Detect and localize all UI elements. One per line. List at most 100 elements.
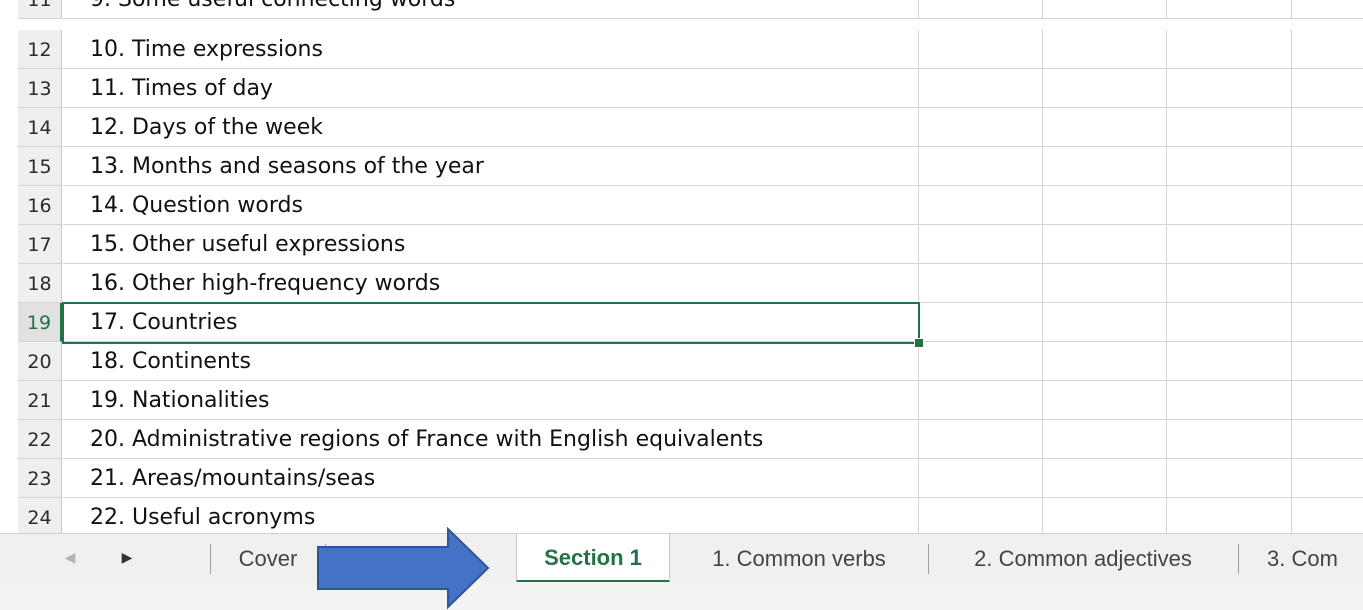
row-header[interactable]: 23 [18, 459, 62, 498]
tab-cover[interactable]: Cover [211, 534, 325, 583]
cell[interactable] [1043, 498, 1167, 533]
cell-a18[interactable]: 16. Other high-frequency words [63, 264, 919, 303]
fill-handle[interactable] [914, 338, 924, 348]
cell-a22[interactable]: 20. Administrative regions of France wit… [63, 420, 919, 459]
cell[interactable] [1292, 303, 1363, 342]
cell[interactable] [1167, 69, 1292, 108]
cell[interactable] [919, 186, 1043, 225]
row-header[interactable]: 17 [18, 225, 62, 264]
cell[interactable] [1167, 30, 1292, 69]
cell-a19-active[interactable]: 17. Countries [63, 303, 919, 342]
row-header[interactable]: 20 [18, 342, 62, 381]
grid-row-19: 19 17. Countries [0, 303, 1363, 342]
tab-common-verbs[interactable]: 1. Common verbs [671, 534, 927, 583]
cell[interactable] [1167, 264, 1292, 303]
cell-a11[interactable]: 9. Some useful connecting words [63, 0, 919, 19]
cell-a24[interactable]: 22. Useful acronyms [63, 498, 919, 533]
tab-section-1-active[interactable]: Section 1 [516, 534, 670, 583]
row-header[interactable]: 15 [18, 147, 62, 186]
cell[interactable] [919, 420, 1043, 459]
cell[interactable] [1043, 69, 1167, 108]
cell[interactable] [1043, 264, 1167, 303]
cell[interactable] [1292, 108, 1363, 147]
cell[interactable] [1167, 459, 1292, 498]
tab-partial[interactable]: 3. Com [1239, 534, 1363, 583]
cell[interactable] [919, 381, 1043, 420]
cell-a16[interactable]: 14. Question words [63, 186, 919, 225]
cell[interactable] [1292, 381, 1363, 420]
cell[interactable] [1167, 108, 1292, 147]
cell[interactable] [1167, 420, 1292, 459]
cell[interactable] [1292, 69, 1363, 108]
cell[interactable] [1292, 459, 1363, 498]
cell[interactable] [919, 225, 1043, 264]
cell[interactable] [1043, 147, 1167, 186]
row-header[interactable]: 18 [18, 264, 62, 303]
cell[interactable] [1043, 342, 1167, 381]
cell-a13[interactable]: 11. Times of day [63, 69, 919, 108]
row-header[interactable]: 12 [18, 30, 62, 69]
cell[interactable] [1043, 459, 1167, 498]
cell[interactable] [1167, 303, 1292, 342]
cell[interactable] [1167, 498, 1292, 533]
row-header[interactable]: 22 [18, 420, 62, 459]
cell[interactable] [1292, 147, 1363, 186]
cell[interactable] [1292, 498, 1363, 533]
cell[interactable] [1292, 0, 1363, 19]
row-header[interactable]: 11 [18, 0, 62, 19]
grid-row-17: 17 15. Other useful expressions [0, 225, 1363, 264]
cell[interactable] [1292, 342, 1363, 381]
triangle-left-icon[interactable]: ◀ [55, 534, 85, 583]
cell-a20[interactable]: 18. Continents [63, 342, 919, 381]
cell[interactable] [1167, 342, 1292, 381]
cell[interactable] [919, 108, 1043, 147]
cell[interactable] [1292, 30, 1363, 69]
row-header[interactable]: 21 [18, 381, 62, 420]
worksheet-grid[interactable]: 11 9. Some useful connecting words 12 10… [0, 0, 1363, 533]
cell-a23[interactable]: 21. Areas/mountains/seas [63, 459, 919, 498]
cell[interactable] [919, 147, 1043, 186]
cell[interactable] [1043, 30, 1167, 69]
cell[interactable] [1292, 225, 1363, 264]
cell[interactable] [1167, 147, 1292, 186]
grid-row-16: 16 14. Question words [0, 186, 1363, 225]
tab-common-adjectives[interactable]: 2. Common adjectives [929, 534, 1237, 583]
grid-row-12: 12 10. Time expressions [0, 30, 1363, 69]
cell[interactable] [1043, 186, 1167, 225]
cell-a12[interactable]: 10. Time expressions [63, 30, 919, 69]
cell[interactable] [919, 30, 1043, 69]
triangle-right-icon[interactable]: ▶ [112, 534, 142, 583]
cell[interactable] [1167, 186, 1292, 225]
cell[interactable] [1167, 381, 1292, 420]
cell[interactable] [919, 69, 1043, 108]
cell[interactable] [919, 459, 1043, 498]
cell-a14[interactable]: 12. Days of the week [63, 108, 919, 147]
cell[interactable] [919, 264, 1043, 303]
cell-a21[interactable]: 19. Nationalities [63, 381, 919, 420]
cell[interactable] [919, 0, 1043, 19]
cell[interactable] [1043, 381, 1167, 420]
cell[interactable] [919, 342, 1043, 381]
row-header-selected[interactable]: 19 [18, 303, 62, 342]
cell[interactable] [1043, 225, 1167, 264]
tab-information[interactable]: Information [326, 534, 516, 583]
sheet-tab-bar: ◀ ▶ Cover Information Section 1 1. Commo… [0, 533, 1363, 583]
row-header[interactable]: 13 [18, 69, 62, 108]
cell[interactable] [1292, 264, 1363, 303]
cell[interactable] [1043, 420, 1167, 459]
grid-row-14: 14 12. Days of the week [0, 108, 1363, 147]
cell[interactable] [1043, 108, 1167, 147]
cell-a17[interactable]: 15. Other useful expressions [63, 225, 919, 264]
row-header[interactable]: 14 [18, 108, 62, 147]
cell[interactable] [1043, 0, 1167, 19]
cell[interactable] [1292, 420, 1363, 459]
row-header[interactable]: 24 [18, 498, 62, 533]
cell[interactable] [919, 498, 1043, 533]
cell[interactable] [919, 303, 1043, 342]
cell[interactable] [1167, 0, 1292, 19]
cell[interactable] [1167, 225, 1292, 264]
cell[interactable] [1292, 186, 1363, 225]
cell-a15[interactable]: 13. Months and seasons of the year [63, 147, 919, 186]
row-header[interactable]: 16 [18, 186, 62, 225]
cell[interactable] [1043, 303, 1167, 342]
